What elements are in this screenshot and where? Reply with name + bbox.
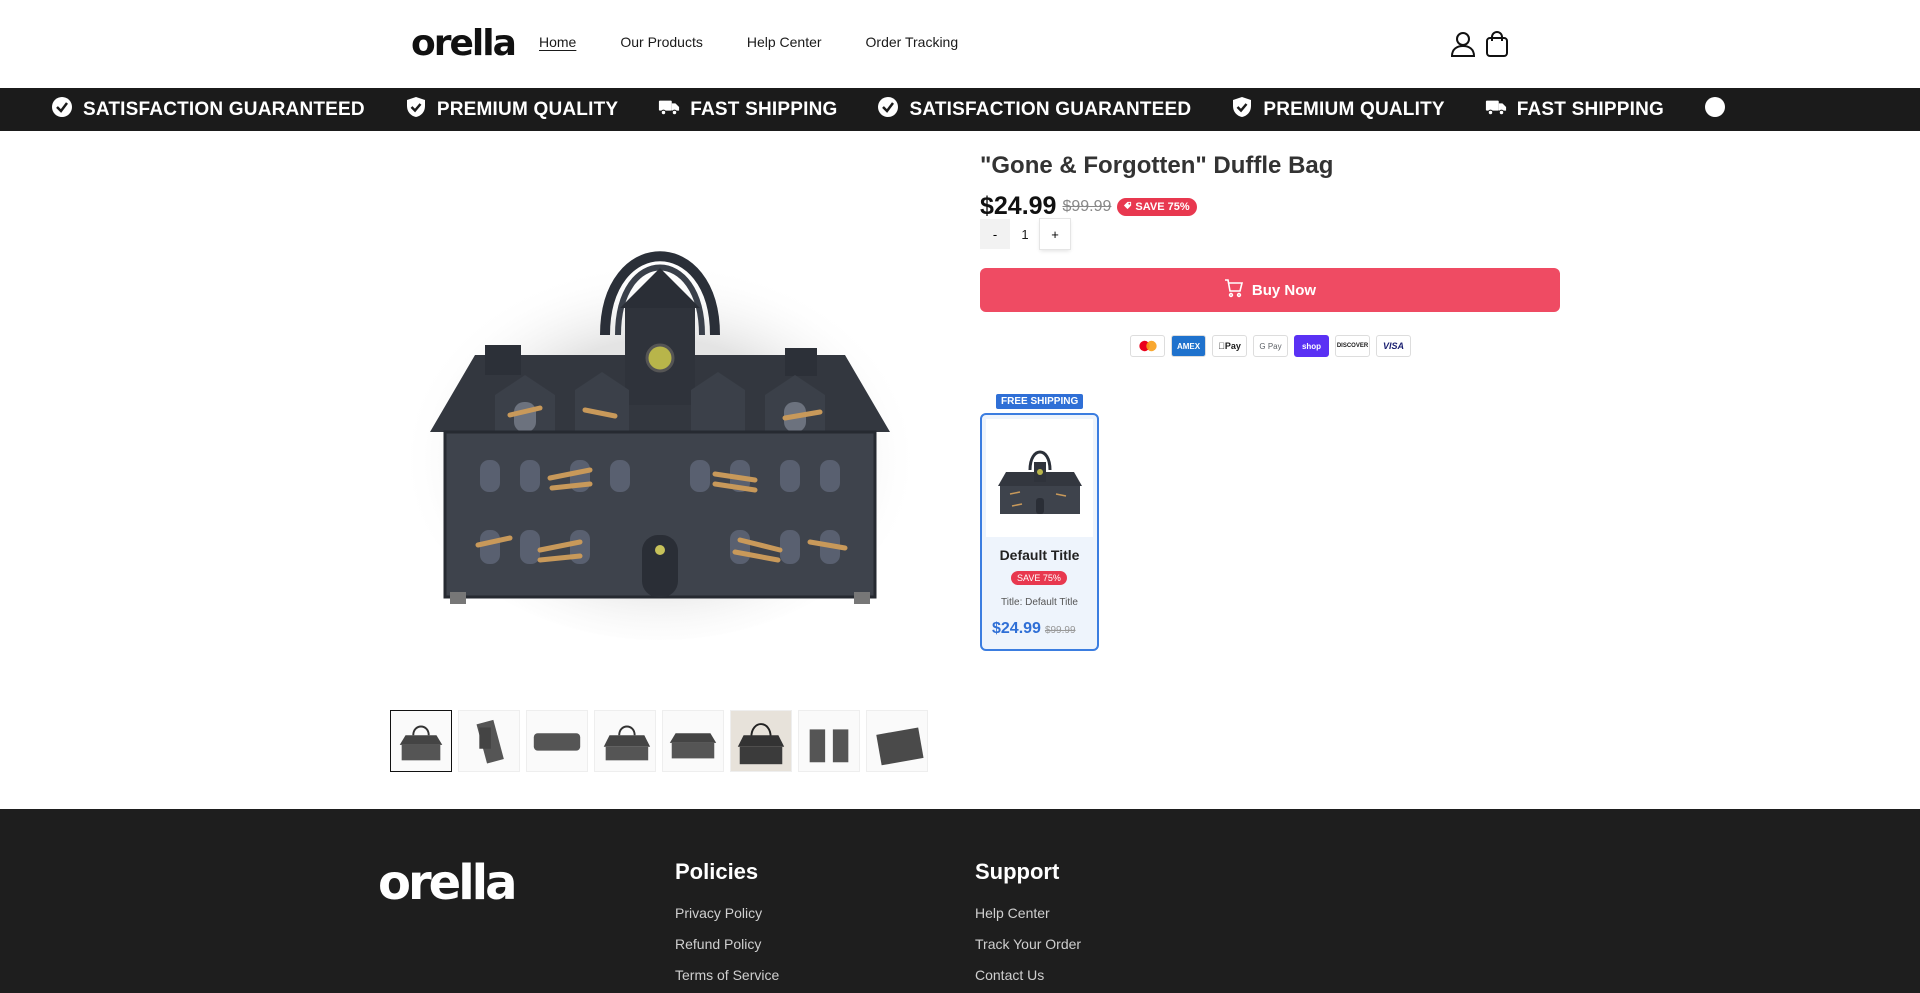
- qty-increase-button[interactable]: +: [1040, 219, 1070, 249]
- footer-heading: Policies: [675, 859, 759, 884]
- site-header: orella Home Our Products Help Center Ord…: [0, 0, 1920, 88]
- product-main-image[interactable]: [390, 140, 930, 680]
- marquee-fragment: G: [0, 99, 1, 121]
- footer-policies: Policies Privacy Policy Refund Policy Te…: [675, 859, 779, 993]
- truck-icon: [658, 96, 680, 124]
- footer-link-track-order[interactable]: Track Your Order: [975, 936, 1081, 952]
- product-thumbnail[interactable]: [798, 710, 860, 772]
- variant-subtitle: Title: Default Title: [1001, 597, 1078, 608]
- qty-decrease-button[interactable]: -: [980, 219, 1010, 249]
- mastercard-icon: [1130, 335, 1165, 357]
- product-thumbnails: [390, 710, 930, 774]
- check-circle-icon: [51, 96, 73, 124]
- product-price: $24.99: [980, 192, 1057, 220]
- buy-now-button[interactable]: Buy Now: [980, 268, 1560, 312]
- shop-pay-icon: shop: [1294, 335, 1329, 357]
- shield-check-icon: [405, 96, 427, 124]
- footer-link-refund-policy[interactable]: Refund Policy: [675, 936, 779, 952]
- nav-help-center[interactable]: Help Center: [747, 34, 822, 50]
- free-shipping-ribbon: FREE SHIPPING: [996, 394, 1084, 409]
- variant-price-row: $24.99 $99.99: [992, 620, 1076, 638]
- main-nav: Home Our Products Help Center Order Trac…: [539, 34, 958, 50]
- marquee-label: PREMIUM QUALITY: [436, 98, 619, 120]
- check-circle-icon: [877, 96, 899, 124]
- variant-card[interactable]: Default Title SAVE 75% Title: Default Ti…: [980, 413, 1099, 651]
- footer-logo[interactable]: orella: [378, 859, 517, 907]
- shield-check-icon: [1231, 96, 1253, 124]
- marquee-label: PREMIUM QUALITY: [1263, 98, 1445, 120]
- variant-image: [986, 419, 1093, 537]
- tag-icon: [1123, 201, 1132, 213]
- payment-icons: AMEX Pay G Pay shop DISCOVER VISA: [1130, 335, 1411, 357]
- footer-support: Support Help Center Track Your Order Con…: [975, 859, 1081, 993]
- product-thumbnail[interactable]: [866, 710, 928, 772]
- product-thumbnail[interactable]: [458, 710, 520, 772]
- google-pay-icon: G Pay: [1253, 335, 1288, 357]
- announcement-marquee: G SATISFACTION GUARANTEED PREMIUM QUALIT…: [0, 88, 1920, 131]
- quantity-stepper: - 1 +: [980, 219, 1070, 249]
- truck-icon: [1485, 96, 1507, 124]
- marquee-item: FAST SHIPPING: [1485, 96, 1664, 124]
- variant-price: $24.99: [992, 620, 1041, 637]
- site-logo[interactable]: orella: [411, 26, 517, 62]
- visa-icon: VISA: [1376, 335, 1411, 357]
- nav-order-tracking[interactable]: Order Tracking: [866, 34, 959, 50]
- product-thumbnail[interactable]: [594, 710, 656, 772]
- product-thumbnail[interactable]: [526, 710, 588, 772]
- amex-icon: AMEX: [1171, 335, 1206, 357]
- marquee-label: FAST SHIPPING: [1516, 98, 1664, 120]
- apple-pay-icon: Pay: [1212, 335, 1247, 357]
- compare-price: $99.99: [1062, 197, 1112, 215]
- marquee-label: SATISFACTION GUARANTEED: [82, 98, 365, 120]
- marquee-item: [1704, 96, 1726, 124]
- product-thumbnail[interactable]: [662, 710, 724, 772]
- marquee-label: SATISFACTION GUARANTEED: [909, 98, 1192, 120]
- footer-link-privacy-policy[interactable]: Privacy Policy: [675, 905, 779, 921]
- footer-heading: Support: [975, 859, 1060, 884]
- marquee-track: G SATISFACTION GUARANTEED PREMIUM QUALIT…: [0, 88, 1766, 131]
- save-badge-label: SAVE 75%: [1135, 200, 1190, 213]
- marquee-item: PREMIUM QUALITY: [1231, 96, 1445, 124]
- variant-compare-price: $99.99: [1044, 625, 1076, 636]
- price-row: $24.99 $99.99 SAVE 75%: [980, 192, 1197, 221]
- marquee-label: FAST SHIPPING: [690, 98, 838, 120]
- save-badge: SAVE 75%: [1117, 197, 1197, 216]
- check-circle-icon: [1704, 96, 1726, 124]
- account-icon[interactable]: [1450, 30, 1476, 58]
- cart-icon: [1224, 278, 1244, 302]
- marquee-item: SATISFACTION GUARANTEED: [877, 96, 1191, 124]
- footer-link-contact[interactable]: Contact Us: [975, 967, 1081, 983]
- discover-icon: DISCOVER: [1335, 335, 1370, 357]
- product-title: "Gone & Forgotten" Duffle Bag: [980, 152, 1334, 179]
- product-thumbnail[interactable]: [390, 710, 452, 772]
- marquee-item: SATISFACTION GUARANTEED: [51, 96, 365, 124]
- qty-value[interactable]: 1: [1010, 227, 1040, 242]
- variant-save-badge: SAVE 75%: [1011, 571, 1067, 585]
- apple-icon: : [1218, 341, 1225, 351]
- footer-link-help-center[interactable]: Help Center: [975, 905, 1081, 921]
- marquee-item: FAST SHIPPING: [658, 96, 837, 124]
- site-footer: orella Policies Privacy Policy Refund Po…: [0, 809, 1920, 993]
- variant-title: Default Title: [999, 547, 1080, 563]
- product-thumbnail[interactable]: [730, 710, 792, 772]
- footer-link-terms[interactable]: Terms of Service: [675, 967, 779, 983]
- marquee-item: PREMIUM QUALITY: [405, 96, 618, 124]
- nav-our-products[interactable]: Our Products: [620, 34, 702, 50]
- cart-icon[interactable]: [1484, 30, 1510, 58]
- nav-home[interactable]: Home: [539, 34, 576, 50]
- buy-now-label: Buy Now: [1251, 281, 1317, 299]
